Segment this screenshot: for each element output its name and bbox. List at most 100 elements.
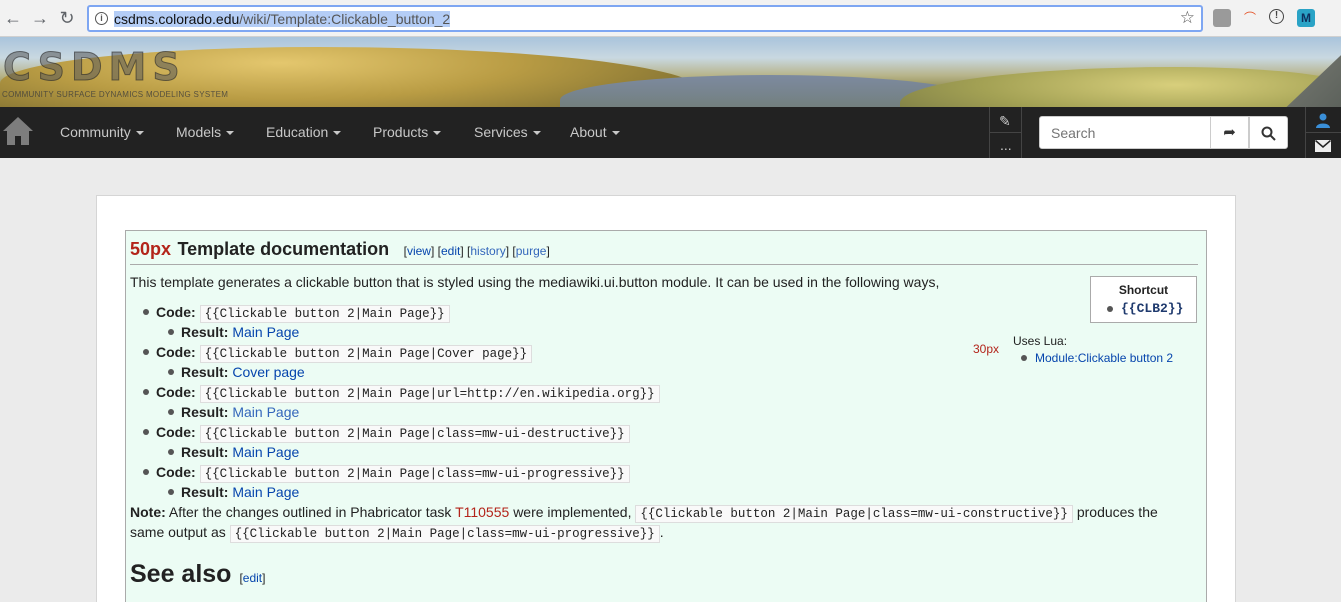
search-input[interactable] [1039, 116, 1211, 149]
doc-history-link[interactable]: history [470, 244, 505, 258]
shortcut-code[interactable]: {{CLB2}} [1121, 301, 1183, 316]
banner-hill-right [900, 67, 1341, 107]
bullet [168, 449, 174, 455]
external-button-link[interactable]: Main Page [232, 404, 299, 420]
note-text: After the changes outlined in Phabricato… [168, 504, 452, 520]
back-icon[interactable]: ← [2, 7, 24, 29]
lua-module-link[interactable]: Module:Clickable button 2 [1035, 351, 1173, 365]
more-icon[interactable]: ... [1000, 137, 1012, 153]
doc-view-link[interactable]: view [407, 244, 431, 258]
user-actions [1305, 107, 1341, 158]
reload-icon[interactable]: ↻ [56, 7, 78, 29]
code-label: Code: [156, 424, 196, 440]
code-label: Code: [156, 384, 196, 400]
search-button[interactable] [1249, 116, 1288, 149]
example-4-result: Result: Main Page [181, 442, 299, 462]
phabricator-task-link[interactable]: T110555 [455, 504, 509, 520]
nav-education[interactable]: Education [266, 124, 342, 140]
note-line-2: same output as {{Clickable button 2|Main… [130, 522, 664, 544]
forward-icon[interactable]: → [29, 7, 51, 29]
caret-down-icon [611, 131, 620, 136]
address-bar[interactable]: i csdms.colorado.edu/wiki/Template:Click… [87, 5, 1203, 32]
main-page-button-link[interactable]: Main Page [232, 324, 299, 340]
example-5-result: Result: Main Page [181, 482, 299, 502]
example-2-result: Result: Cover page [181, 362, 305, 382]
caret-down-icon [333, 131, 342, 136]
caret-down-icon [226, 131, 235, 136]
example-2-code: Code: {{Clickable button 2|Main Page|Cov… [156, 342, 533, 364]
bullet [143, 309, 149, 315]
user-icon[interactable] [1315, 112, 1331, 128]
site-tagline: COMMUNITY SURFACE DYNAMICS MODELING SYST… [2, 90, 229, 99]
note-label: Note: [130, 504, 166, 520]
info-icon[interactable]: i [95, 12, 108, 25]
doc-icon-placeholder[interactable]: 50px [130, 239, 171, 259]
url-path: /wiki/Template:Clickable_button_2 [239, 11, 451, 27]
shortcut-title: Shortcut [1118, 283, 1169, 297]
extension-info-icon[interactable]: ! [1269, 9, 1284, 24]
note-text: produces the [1076, 504, 1158, 520]
doc-title: Template documentation [177, 239, 390, 259]
extension-m-icon[interactable]: M [1297, 9, 1315, 27]
doc-header: 50px Template documentation [view] [edit… [130, 239, 1198, 265]
code-snippet: {{Clickable button 2|Main Page}} [199, 305, 450, 323]
nav-label: Models [176, 124, 222, 140]
url-host: csdms.colorado.edu [114, 11, 240, 27]
divider [1306, 132, 1341, 133]
result-label: Result: [181, 404, 229, 420]
code-snippet: {{Clickable button 2|Main Page|Cover pag… [199, 345, 533, 363]
note-text: . [659, 524, 664, 540]
see-also-edit-link[interactable]: edit [243, 571, 262, 585]
doc-purge-link[interactable]: purge [516, 244, 547, 258]
nav-label: Services [474, 124, 528, 140]
code-snippet: {{Clickable button 2|Main Page|class=mw-… [635, 505, 1073, 523]
nav-label: Products [373, 124, 429, 140]
code-snippet: {{Clickable button 2|Main Page|class=mw-… [199, 465, 630, 483]
nav-products[interactable]: Products [373, 124, 442, 140]
example-5-code: Code: {{Clickable button 2|Main Page|cla… [156, 462, 630, 484]
nav-community[interactable]: Community [60, 124, 144, 140]
main-navbar: Community Models Education Products Serv… [0, 107, 1341, 158]
result-label: Result: [181, 364, 229, 380]
nav-label: Community [60, 124, 131, 140]
note-text: same output as [130, 524, 226, 540]
home-icon[interactable] [0, 107, 37, 158]
lua-icon-placeholder[interactable]: 30px [973, 342, 999, 356]
nav-services[interactable]: Services [474, 124, 541, 140]
bullet [143, 429, 149, 435]
extension-rainbow-icon[interactable]: ⌒ [1241, 9, 1259, 27]
cover-page-button-link[interactable]: Cover page [232, 364, 304, 380]
result-label: Result: [181, 444, 229, 460]
divider [990, 132, 1021, 133]
note-text: were implemented, [513, 504, 632, 520]
pencil-icon[interactable]: ✎ [999, 113, 1011, 130]
caret-down-icon [532, 131, 541, 136]
doc-intro: This template generates a clickable butt… [130, 274, 940, 290]
nav-about[interactable]: About [570, 124, 620, 140]
code-snippet: {{Clickable button 2|Main Page|class=mw-… [229, 525, 660, 543]
nav-label: About [570, 124, 607, 140]
see-also-edit: [edit] [239, 571, 266, 585]
doc-links: [view] [edit] [history] [purge] [403, 244, 550, 258]
example-1-result: Result: Main Page [181, 322, 299, 342]
code-label: Code: [156, 304, 196, 320]
example-1-code: Code: {{Clickable button 2|Main Page}} [156, 302, 450, 324]
site-logo[interactable]: CSDMS [3, 48, 186, 87]
caret-down-icon [135, 131, 144, 136]
extension-pocket-icon[interactable] [1213, 9, 1231, 27]
nav-label: Education [266, 124, 329, 140]
shortcut-box: Shortcut {{CLB2}} [1090, 276, 1197, 323]
see-also-title: See also [130, 560, 232, 588]
go-arrow-icon[interactable]: ➦ [1210, 116, 1249, 149]
example-3-result: Result: Main Page [181, 402, 299, 422]
page-actions: ✎ ... [989, 107, 1022, 158]
destructive-button-link[interactable]: Main Page [232, 444, 299, 460]
bullet [168, 409, 174, 415]
nav-models[interactable]: Models [176, 124, 235, 140]
bookmark-star-icon[interactable]: ☆ [1180, 8, 1195, 28]
progressive-button-link[interactable]: Main Page [232, 484, 299, 500]
mail-icon[interactable] [1315, 140, 1331, 152]
bullet [143, 469, 149, 475]
doc-edit-link[interactable]: edit [441, 244, 460, 258]
code-label: Code: [156, 344, 196, 360]
